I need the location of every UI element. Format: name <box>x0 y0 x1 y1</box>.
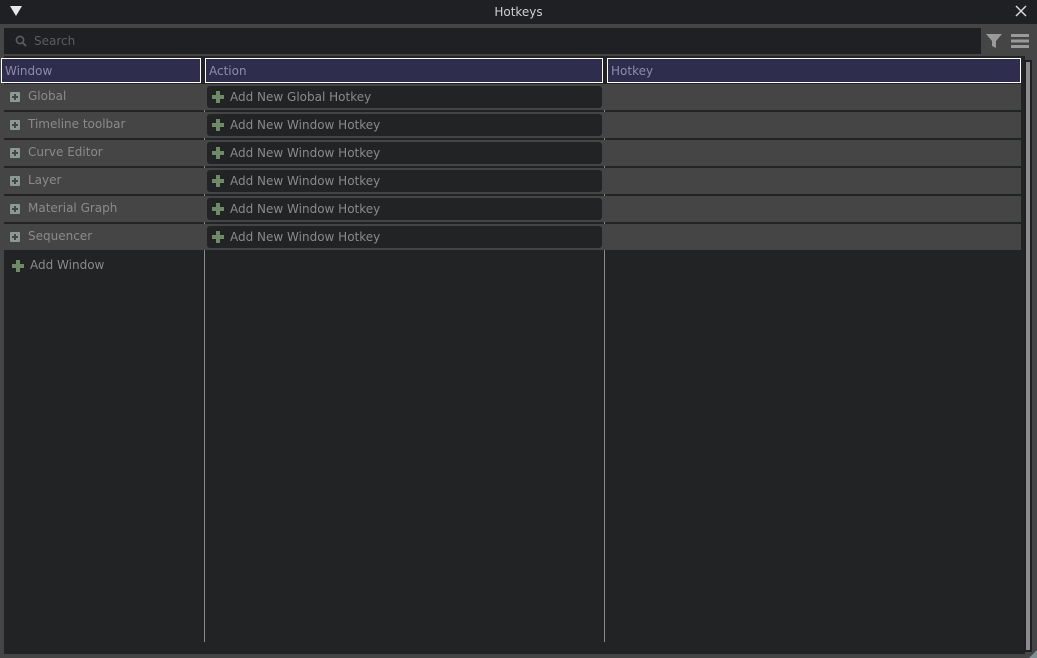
add-hotkey-button[interactable]: Add New Window Hotkey <box>207 114 602 136</box>
plus-icon <box>212 231 224 243</box>
add-hotkey-label: Add New Window Hotkey <box>230 146 381 160</box>
window-label: Timeline toolbar <box>28 117 126 131</box>
window-cell[interactable]: Curve Editor <box>4 140 204 166</box>
window-label: Material Graph <box>28 201 118 215</box>
title-bar: Hotkeys <box>0 0 1037 24</box>
window-cell[interactable]: Timeline toolbar <box>4 112 204 138</box>
add-hotkey-button[interactable]: Add New Global Hotkey <box>207 86 602 108</box>
window-cell[interactable]: Layer <box>4 168 204 194</box>
window-label: Curve Editor <box>28 145 103 159</box>
table-row: Layer Add New Window Hotkey <box>4 168 1021 194</box>
expand-plus-icon[interactable] <box>10 120 20 130</box>
window-cell[interactable]: Material Graph <box>4 196 204 222</box>
scrollbar-thumb[interactable] <box>1026 62 1030 650</box>
table-row: Global Add New Global Hotkey <box>4 84 1021 110</box>
add-hotkey-button[interactable]: Add New Window Hotkey <box>207 198 602 220</box>
expand-plus-icon[interactable] <box>10 176 20 186</box>
plus-icon <box>12 260 24 272</box>
plus-icon <box>212 175 224 187</box>
add-window-button[interactable]: Add Window <box>4 254 204 278</box>
window-label: Sequencer <box>28 229 93 243</box>
vertical-scrollbar[interactable] <box>1024 60 1032 652</box>
column-header-window[interactable]: Window <box>1 58 201 83</box>
resize-grip-icon[interactable] <box>1029 650 1037 658</box>
search-bar <box>4 28 981 54</box>
add-hotkey-label: Add New Window Hotkey <box>230 174 381 188</box>
hotkeys-table: Window Action Hotkey Global Add New Glob… <box>1 56 1025 654</box>
add-hotkey-label: Add New Window Hotkey <box>230 202 381 216</box>
table-row: Timeline toolbar Add New Window Hotkey <box>4 112 1021 138</box>
window-label: Layer <box>28 173 62 187</box>
window-cell[interactable]: Sequencer <box>4 224 204 250</box>
add-hotkey-button[interactable]: Add New Window Hotkey <box>207 170 602 192</box>
window-label: Global <box>28 89 67 103</box>
filter-icon[interactable] <box>985 32 1003 50</box>
close-icon[interactable] <box>1013 3 1029 19</box>
column-header-hotkey[interactable]: Hotkey <box>607 58 1021 83</box>
window-cell[interactable]: Global <box>4 84 204 110</box>
add-hotkey-button[interactable]: Add New Window Hotkey <box>207 226 602 248</box>
hamburger-menu-icon[interactable] <box>1011 33 1029 49</box>
search-icon <box>15 35 27 47</box>
add-hotkey-label: Add New Global Hotkey <box>230 90 372 104</box>
add-window-label: Add Window <box>30 258 105 272</box>
add-hotkey-label: Add New Window Hotkey <box>230 118 381 132</box>
plus-icon <box>212 91 224 103</box>
expand-plus-icon[interactable] <box>10 204 20 214</box>
column-header-action[interactable]: Action <box>205 58 603 83</box>
plus-icon <box>212 203 224 215</box>
expand-plus-icon[interactable] <box>10 92 20 102</box>
add-hotkey-button[interactable]: Add New Window Hotkey <box>207 142 602 164</box>
add-hotkey-label: Add New Window Hotkey <box>230 230 381 244</box>
table-row: Sequencer Add New Window Hotkey <box>4 224 1021 250</box>
search-input[interactable] <box>32 28 972 54</box>
expand-plus-icon[interactable] <box>10 232 20 242</box>
plus-icon <box>212 119 224 131</box>
window-title: Hotkeys <box>494 5 543 19</box>
table-row: Material Graph Add New Window Hotkey <box>4 196 1021 222</box>
plus-icon <box>212 147 224 159</box>
expand-plus-icon[interactable] <box>10 148 20 158</box>
table-row: Curve Editor Add New Window Hotkey <box>4 140 1021 166</box>
